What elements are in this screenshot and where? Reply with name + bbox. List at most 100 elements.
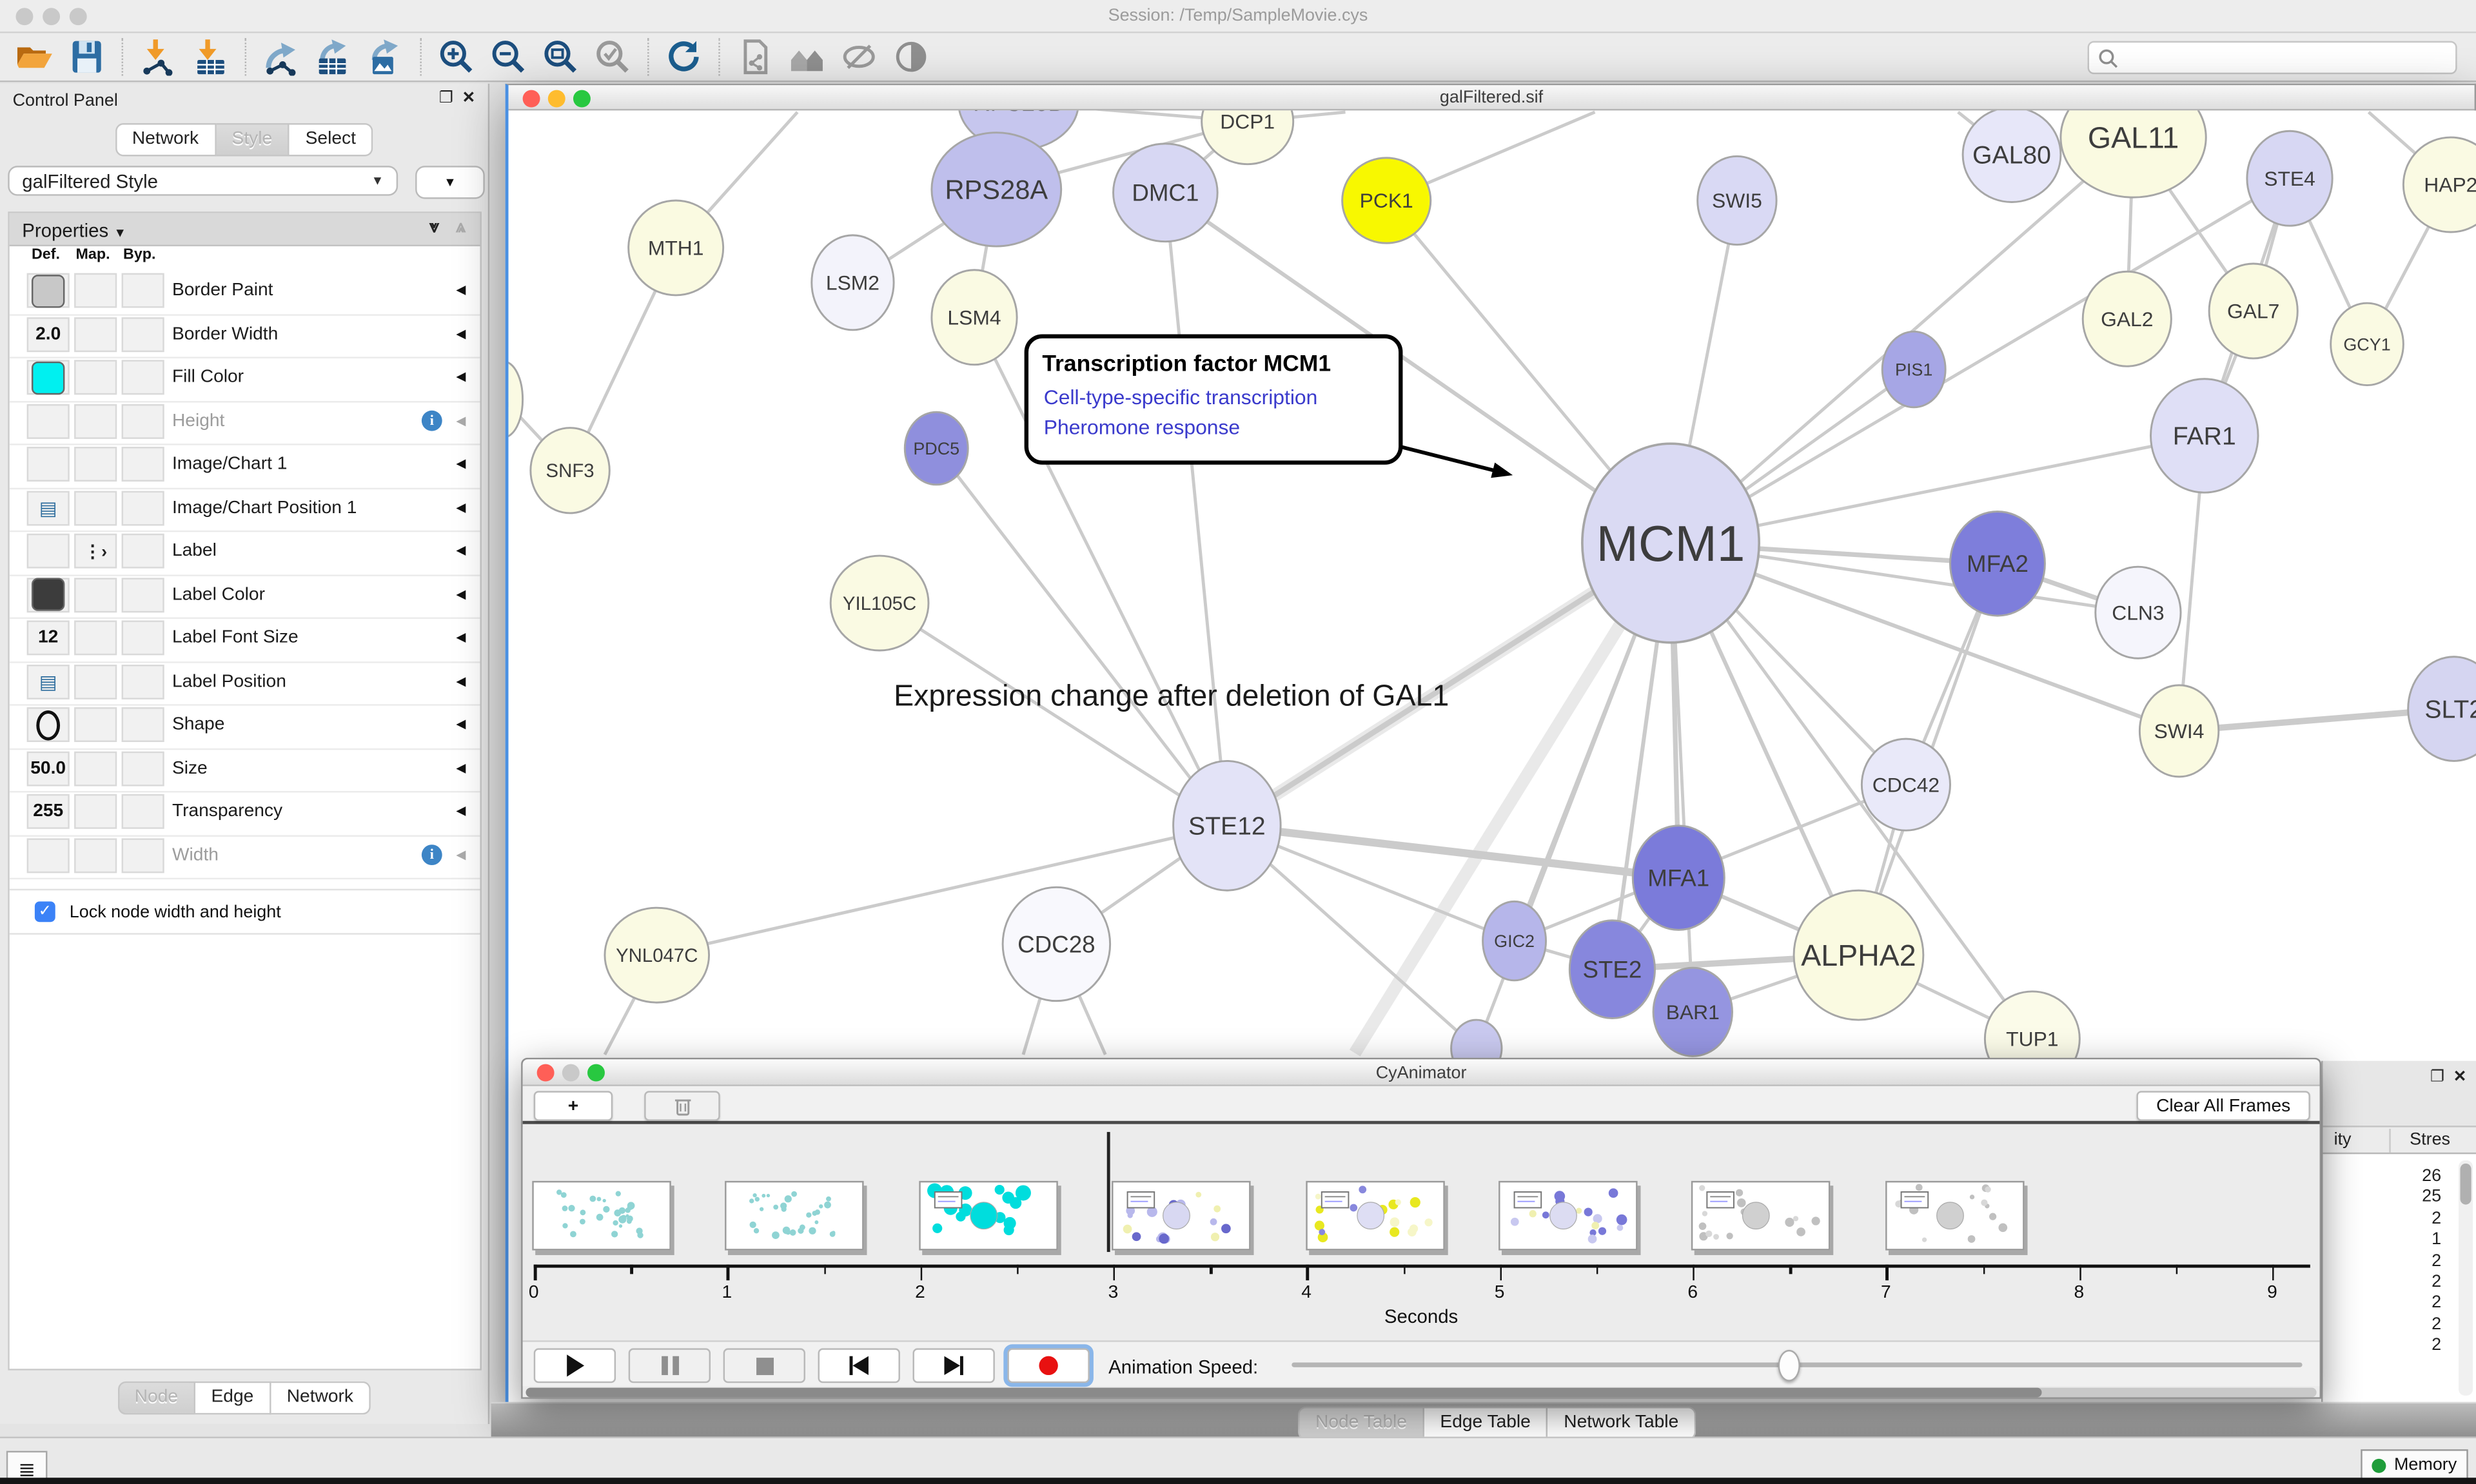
animation-speed-slider[interactable] xyxy=(1292,1362,2302,1367)
hide-eye-button[interactable] xyxy=(837,35,881,79)
network-node-CDC42[interactable]: CDC42 xyxy=(1862,739,1950,830)
property-row-label[interactable]: ⋮›Label◀ xyxy=(10,531,480,576)
byp-cell[interactable] xyxy=(122,620,164,655)
byp-cell[interactable] xyxy=(122,360,164,395)
property-row-transparency[interactable]: 255Transparency◀ xyxy=(10,791,480,836)
def-cell[interactable]: ▤ xyxy=(27,490,70,525)
map-cell[interactable] xyxy=(74,794,117,829)
network-node-CDC28[interactable]: CDC28 xyxy=(1003,887,1110,1001)
expand-row-icon[interactable]: ◀ xyxy=(456,456,466,471)
map-cell[interactable] xyxy=(74,620,117,655)
import-table-button[interactable] xyxy=(188,35,232,79)
byp-cell[interactable] xyxy=(122,577,164,612)
zoom-selected-button[interactable] xyxy=(591,35,635,79)
tab-select[interactable]: Select xyxy=(290,123,373,156)
def-cell[interactable]: 50.0 xyxy=(27,750,70,785)
property-row-width[interactable]: Widthi◀ xyxy=(10,834,480,879)
timeline-frame-7[interactable] xyxy=(1885,1181,2025,1251)
map-cell[interactable] xyxy=(74,707,117,742)
timeline-frame-3[interactable] xyxy=(1112,1181,1252,1251)
expand-row-icon[interactable]: ◀ xyxy=(456,326,466,340)
record-button[interactable] xyxy=(1007,1348,1089,1383)
play-button[interactable] xyxy=(534,1348,616,1383)
animation-speed-thumb[interactable] xyxy=(1778,1350,1800,1381)
network-node-MFA2[interactable]: MFA2 xyxy=(1950,511,2045,616)
expand-row-icon[interactable]: ◀ xyxy=(456,282,466,297)
timeline-frame-2[interactable] xyxy=(919,1181,1058,1251)
export-image-button[interactable] xyxy=(363,35,408,79)
export-table-button[interactable] xyxy=(311,35,355,79)
def-cell[interactable]: 2.0 xyxy=(27,317,70,351)
tab-edge[interactable]: Edge xyxy=(195,1381,271,1414)
expand-row-icon[interactable]: ◀ xyxy=(456,630,466,644)
table-cell-value[interactable]: 2 xyxy=(2323,1294,2441,1313)
zoom-out-button[interactable] xyxy=(486,35,531,79)
expand-row-icon[interactable]: ◀ xyxy=(456,717,466,731)
info-icon[interactable]: i xyxy=(422,410,442,431)
def-cell[interactable]: 12 xyxy=(27,620,70,655)
timeline-frame-5[interactable] xyxy=(1498,1181,1638,1251)
network-window-titlebar[interactable]: galFiltered.sif xyxy=(509,85,2475,110)
network-node-GCY1[interactable]: GCY1 xyxy=(2331,303,2404,385)
byp-cell[interactable] xyxy=(122,273,164,308)
open-session-button[interactable] xyxy=(13,35,57,79)
byp-cell[interactable] xyxy=(122,534,164,569)
byp-cell[interactable] xyxy=(122,490,164,525)
network-node-BAR1[interactable]: BAR1 xyxy=(1653,968,1732,1056)
network-node-PCK1[interactable]: PCK1 xyxy=(1342,158,1431,243)
property-row-size[interactable]: 50.0Size◀ xyxy=(10,748,480,793)
table-cell-value[interactable]: 2 xyxy=(2323,1315,2441,1334)
network-node-LSM2[interactable]: LSM2 xyxy=(812,235,894,330)
map-cell[interactable] xyxy=(74,404,117,438)
refresh-network-button[interactable] xyxy=(662,35,706,79)
network-node-STE12[interactable]: STE12 xyxy=(1174,761,1281,890)
network-node-RPS28A[interactable]: RPS28A xyxy=(932,133,1061,246)
property-row-label-position[interactable]: ▤Label Position◀ xyxy=(10,661,480,706)
zoom-fit-button[interactable] xyxy=(538,35,583,79)
table-cell-value[interactable]: 26 xyxy=(2323,1167,2441,1186)
clear-all-frames-button[interactable]: Clear All Frames xyxy=(2136,1091,2310,1121)
tab-network-table[interactable]: Network Table xyxy=(1548,1407,1696,1440)
network-node-SNF3[interactable]: SNF3 xyxy=(531,428,609,513)
float-panel-icon[interactable]: ❐ xyxy=(439,90,453,108)
property-row-image-chart-1[interactable]: Image/Chart 1◀ xyxy=(10,444,480,489)
column-ity[interactable]: ity xyxy=(2334,1130,2352,1149)
timeline-frame-1[interactable] xyxy=(725,1181,865,1251)
search-field[interactable] xyxy=(2088,41,2457,74)
tab-node[interactable]: Node xyxy=(117,1381,195,1414)
expand-row-icon[interactable]: ◀ xyxy=(456,587,466,601)
frame-timeline[interactable]: 0123456789 Seconds xyxy=(523,1128,2320,1341)
contrast-eye-button[interactable] xyxy=(889,35,934,79)
timeline-frame-4[interactable] xyxy=(1305,1181,1444,1251)
network-node-GAL7[interactable]: GAL7 xyxy=(2209,264,2297,358)
byp-cell[interactable] xyxy=(122,794,164,829)
map-cell[interactable] xyxy=(74,360,117,395)
tab-edge-table[interactable]: Edge Table xyxy=(1424,1407,1548,1440)
network-node-GAL80[interactable]: GAL80 xyxy=(1963,110,2061,202)
def-cell[interactable]: ▤ xyxy=(27,664,70,699)
column-stress[interactable]: Stres xyxy=(2410,1130,2450,1149)
info-icon[interactable]: i xyxy=(422,844,442,864)
skip-end-button[interactable] xyxy=(913,1348,995,1383)
property-row-fill-color[interactable]: Fill Color◀ xyxy=(10,356,480,402)
byp-cell[interactable] xyxy=(122,707,164,742)
memory-button[interactable]: Memory xyxy=(2361,1449,2468,1481)
export-network-button[interactable] xyxy=(259,35,304,79)
timeline-frame-6[interactable] xyxy=(1692,1181,1831,1251)
property-row-border-width[interactable]: 2.0Border Width◀ xyxy=(10,313,480,358)
tab-network[interactable]: Network xyxy=(271,1381,371,1414)
close-panel-icon[interactable]: ✕ xyxy=(462,90,476,108)
search-input[interactable] xyxy=(2122,44,2455,72)
annotation-link[interactable]: Cell-type-specific transcription xyxy=(1044,386,1318,409)
network-node-ALPHA2[interactable]: ALPHA2 xyxy=(1794,890,1923,1020)
def-cell[interactable] xyxy=(27,404,70,438)
map-cell[interactable] xyxy=(74,750,117,785)
byp-cell[interactable] xyxy=(122,404,164,438)
network-node-GIC2[interactable]: GIC2 xyxy=(1483,901,1546,980)
map-cell[interactable] xyxy=(74,273,117,308)
expand-row-icon[interactable]: ◀ xyxy=(456,847,466,861)
expand-all-icon[interactable]: ⩔ xyxy=(429,218,439,239)
stop-button[interactable] xyxy=(723,1348,805,1383)
tab-node-table[interactable]: Node Table xyxy=(1298,1407,1424,1440)
properties-header[interactable]: Properties ▼ ⩔ ⩓ xyxy=(10,213,480,246)
